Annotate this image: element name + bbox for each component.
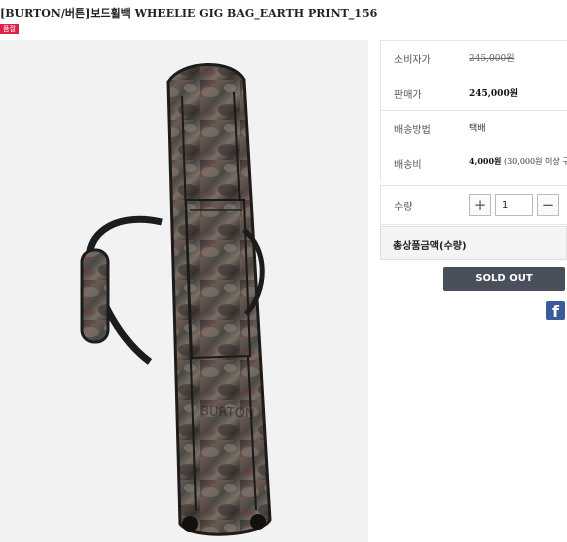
sale-price-row: 판매가 245,000원 <box>381 86 567 106</box>
product-image: BURTON <box>0 40 368 542</box>
quantity-row: 수량 + − <box>380 185 567 225</box>
price-info-box: 소비자가 245,000원 판매가 245,000원 배송방법 택배 배송비 4… <box>380 40 567 181</box>
quantity-label: 수량 <box>394 202 413 213</box>
sale-price-label: 판매가 <box>394 90 422 101</box>
shipping-fee-row: 배송비 4,000원 (30,000원 이상 구 <box>381 156 567 176</box>
quantity-minus-button[interactable]: − <box>537 194 559 216</box>
product-info-panel: 소비자가 245,000원 판매가 245,000원 배송방법 택배 배송비 4… <box>380 40 567 542</box>
shipping-fee-value: 4,000원 (30,000원 이상 구 <box>469 156 567 167</box>
consumer-price-value: 245,000원 <box>469 54 515 64</box>
quantity-plus-button[interactable]: + <box>469 194 491 216</box>
shipping-fee-amount: 4,000원 <box>469 156 502 166</box>
shipping-method-row: 배송방법 택배 <box>381 121 567 141</box>
consumer-price-label: 소비자가 <box>394 55 431 66</box>
sale-price-value: 245,000원 <box>469 89 518 99</box>
info-divider <box>381 110 567 111</box>
total-price-box: 총상품금액(수량) <box>380 226 567 260</box>
quantity-input[interactable] <box>495 194 533 216</box>
product-title: [BURTON/버튼]보드휠백 WHEELIE GIG BAG_EARTH PR… <box>0 7 378 20</box>
shipping-method-value: 택배 <box>469 124 486 134</box>
consumer-price-row: 소비자가 245,000원 <box>381 51 567 71</box>
soldout-badge: 품절 <box>0 24 19 34</box>
shipping-fee-note: (30,000원 이상 구 <box>503 157 567 166</box>
shipping-method-label: 배송방법 <box>394 125 431 136</box>
shipping-fee-label: 배송비 <box>394 160 422 171</box>
facebook-share-icon[interactable]: f <box>546 301 565 321</box>
soldout-button[interactable]: SOLD OUT <box>443 267 565 291</box>
svg-text:BURTON: BURTON <box>200 404 255 422</box>
total-price-label: 총상품금액(수량) <box>393 241 467 252</box>
